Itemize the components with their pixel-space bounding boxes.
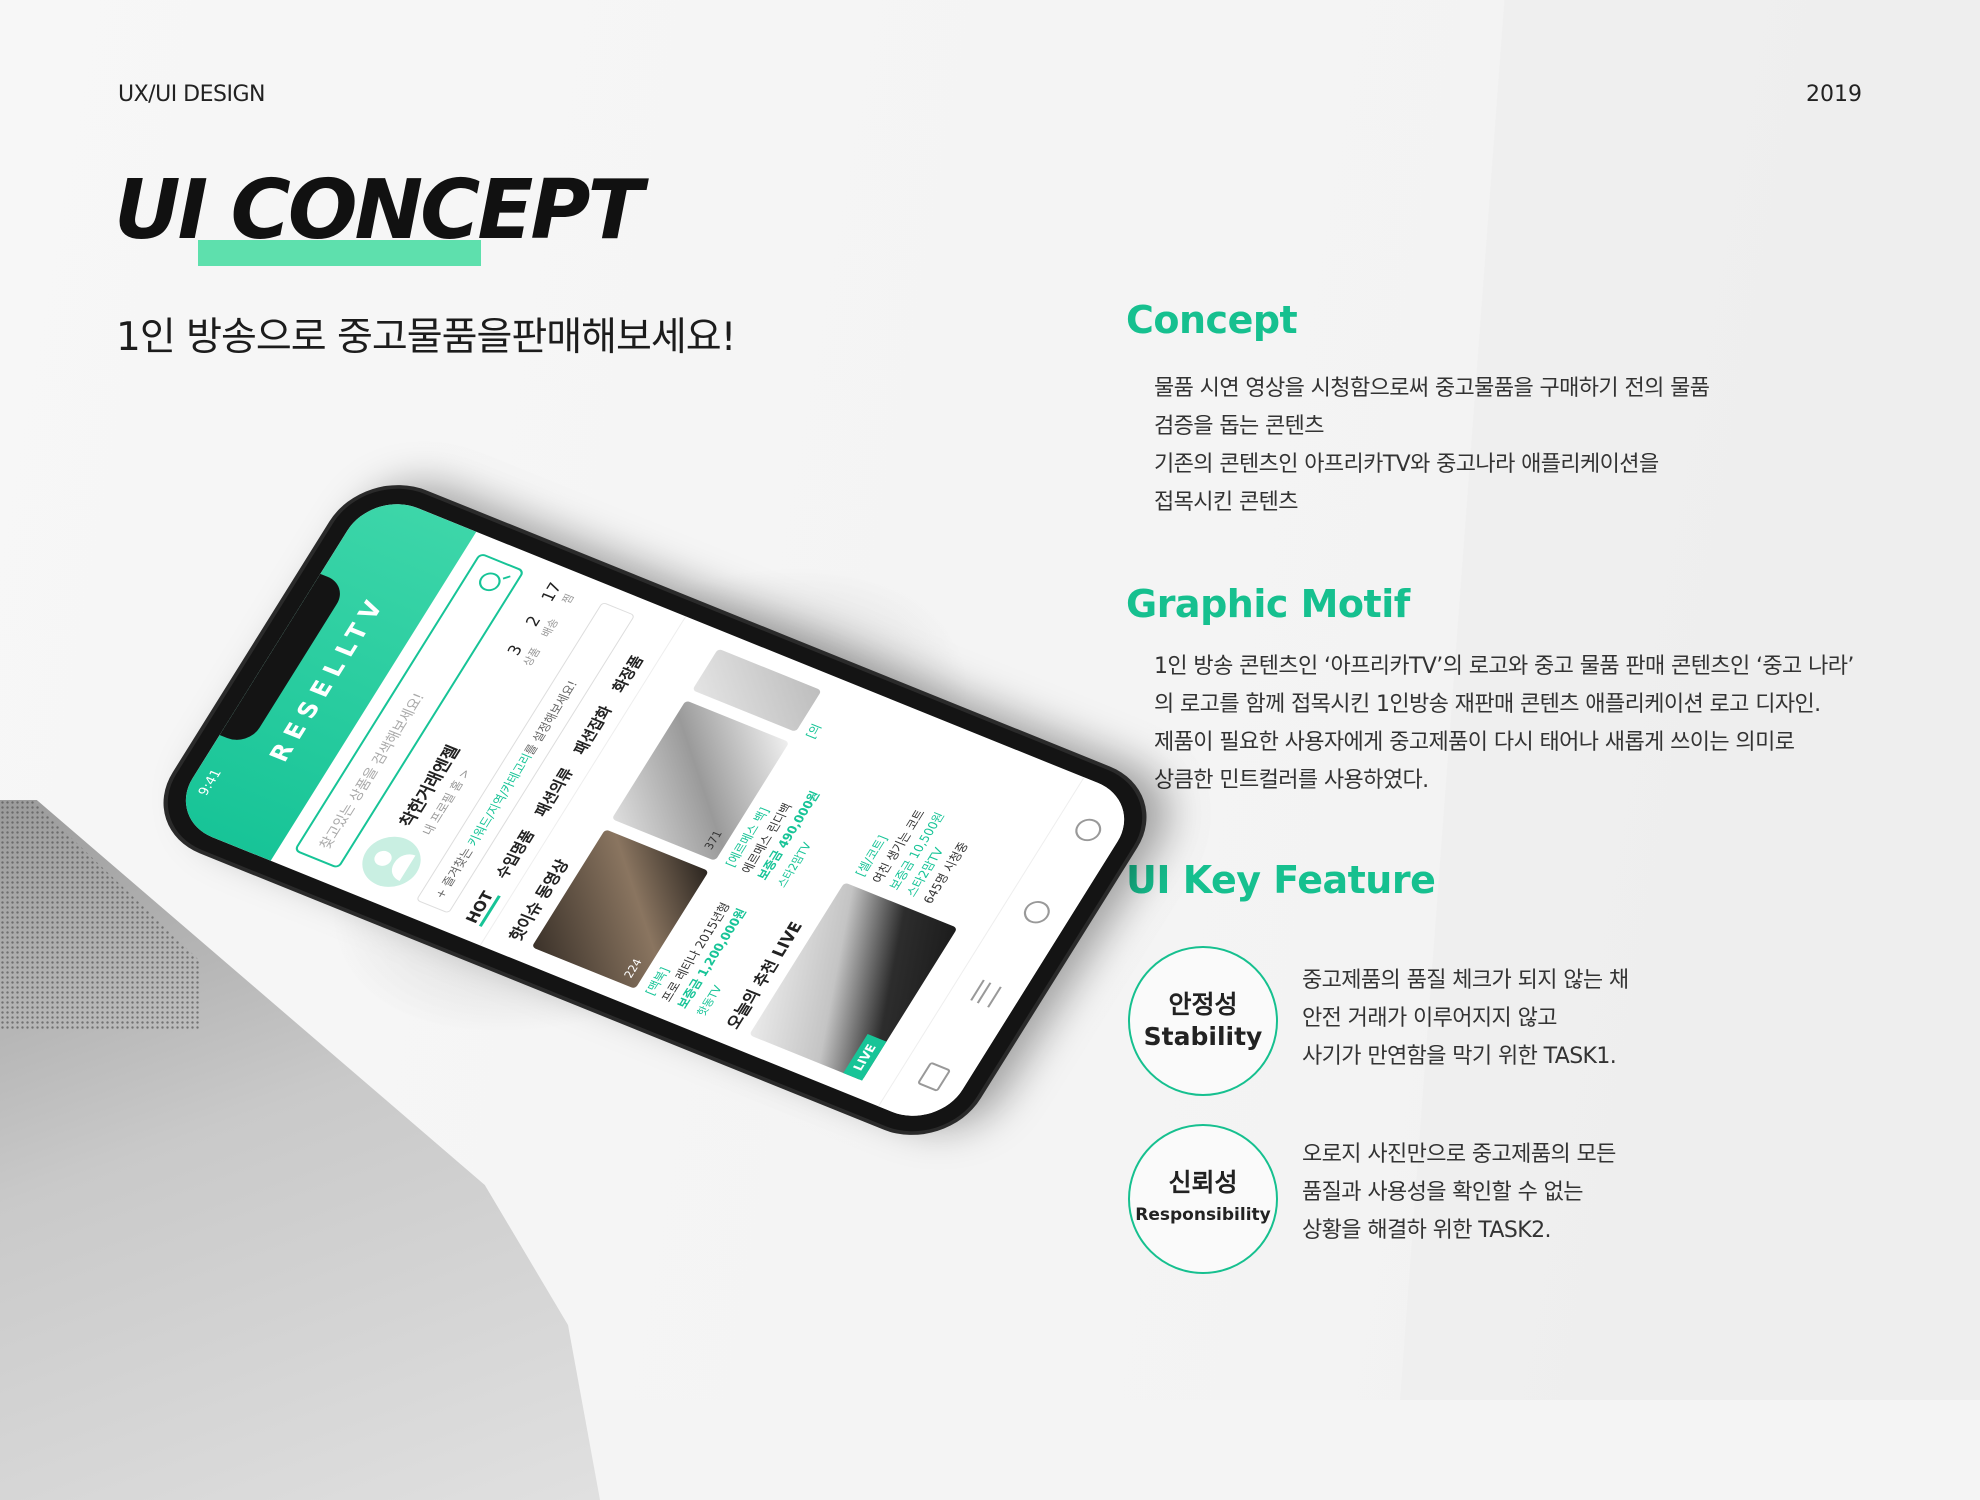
stat-shipping[interactable]: 2 배송 xyxy=(518,609,562,639)
page-title: UI CONCEPT xyxy=(114,163,643,258)
features-heading: UI Key Feature xyxy=(1126,858,1436,902)
stability-en: Stability xyxy=(1143,1022,1263,1051)
category-label: UX/UI DESIGN xyxy=(118,82,265,107)
page-subtitle: 1인 방송으로 중고물품을판매해보세요! xyxy=(116,315,736,360)
motif-body: 1인 방송 콘텐츠인 ‘아프리카TV’의 로고와 중고 물품 판매 콘텐츠인 ‘… xyxy=(1154,648,1854,800)
stability-text: 중고제품의 품질 체크가 되지 않는 채 안전 거래가 이루어지지 않고 사기가… xyxy=(1302,962,1629,1076)
responsibility-ko: 신뢰성 xyxy=(1168,1168,1238,1197)
title-block: UI CONCEPT xyxy=(114,163,643,266)
view-count: 371 xyxy=(701,828,726,852)
view-count: 224 xyxy=(621,957,645,980)
motif-line: 제품이 필요한 사용자에게 중고제품이 다시 태어나 새롭게 쓰이는 의미로 xyxy=(1154,730,1795,755)
responsibility-line: 오로지 사진만으로 중고제품의 모든 xyxy=(1302,1142,1616,1167)
status-time: 9:41 xyxy=(195,767,226,798)
stability-line: 안전 거래가 이루어지지 않고 xyxy=(1302,1006,1557,1031)
motif-line: 1인 방송 콘텐츠인 ‘아프리카TV’의 로고와 중고 물품 판매 콘텐츠인 ‘… xyxy=(1154,654,1854,679)
search-nav-icon[interactable] xyxy=(1070,815,1106,845)
responsibility-line: 품질과 사용성을 확인할 수 없는 xyxy=(1302,1180,1584,1205)
live-badge: LIVE xyxy=(843,1034,887,1081)
stability-line: 사기가 만연함을 막기 위한 TASK1. xyxy=(1302,1044,1617,1069)
stability-ko: 안정성 xyxy=(1168,990,1238,1019)
responsibility-en: Responsibility xyxy=(1135,1205,1271,1225)
motif-heading: Graphic Motif xyxy=(1126,582,1410,626)
year-label: 2019 xyxy=(1806,82,1862,107)
concept-line: 접목시킨 콘텐츠 xyxy=(1154,490,1298,515)
stat-wishlist[interactable]: 17 찜 xyxy=(536,580,580,611)
concept-line: 물품 시연 영상을 시청함으로써 중고물품을 구매하기 전의 물품 xyxy=(1154,376,1710,401)
motif-line: 상큼한 민트컬러를 사용하였다. xyxy=(1154,768,1429,793)
motif-line: 의 로고를 함께 접목시킨 1인방송 재판매 콘텐츠 애플리케이션 로고 디자인… xyxy=(1154,692,1821,717)
concept-line: 검증을 돕는 콘텐츠 xyxy=(1154,414,1325,439)
stability-badge: 안정성 Stability xyxy=(1128,946,1278,1096)
home-icon[interactable] xyxy=(916,1061,952,1092)
responsibility-line: 상황을 해결하 위한 TASK2. xyxy=(1302,1218,1551,1243)
concept-heading: Concept xyxy=(1126,298,1298,342)
responsibility-badge: 신뢰성 Responsibility xyxy=(1128,1124,1278,1274)
stability-line: 중고제품의 품질 체크가 되지 않는 채 xyxy=(1302,968,1629,993)
bell-icon[interactable] xyxy=(1019,897,1055,927)
concept-line: 기존의 콘텐츠인 아프리카TV와 중고나라 애플리케이션을 xyxy=(1154,452,1659,477)
concept-body: 물품 시연 영상을 시청함으로써 중고물품을 구매하기 전의 물품 검증을 돕는… xyxy=(1154,370,1710,522)
avatar xyxy=(351,828,432,895)
menu-icon[interactable] xyxy=(970,979,1002,1008)
responsibility-text: 오로지 사진만으로 중고제품의 모든 품질과 사용성을 확인할 수 없는 상황을… xyxy=(1302,1136,1616,1250)
